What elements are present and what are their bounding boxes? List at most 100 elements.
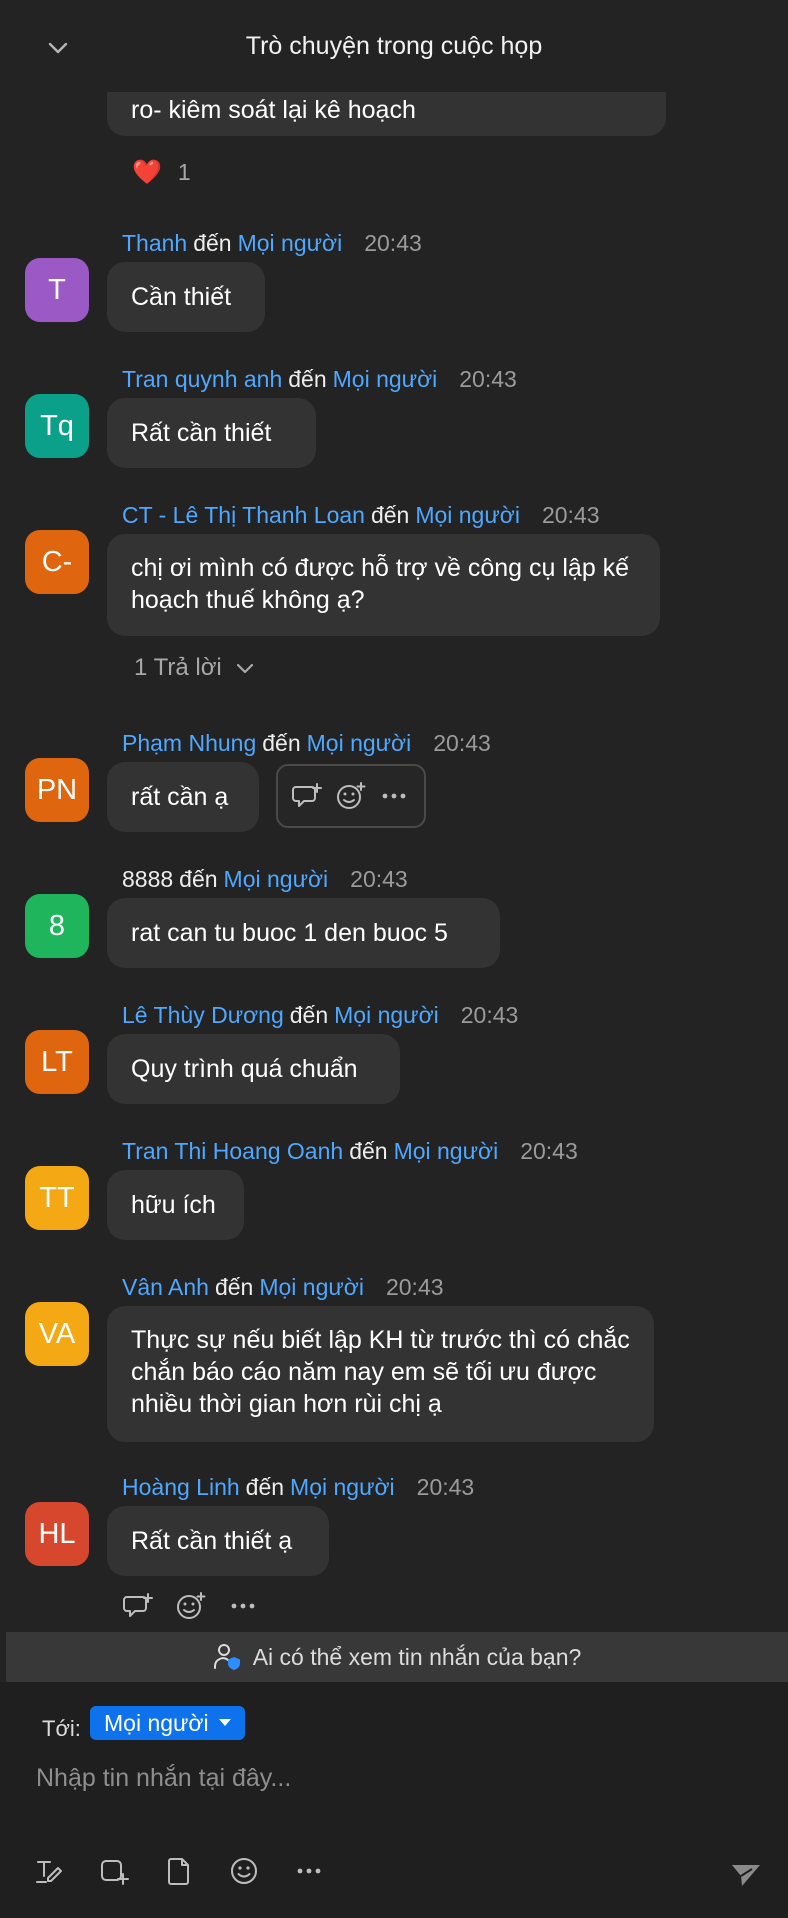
more-composer-options-button[interactable] bbox=[292, 1854, 326, 1888]
message-text: Rất cần thiết bbox=[131, 419, 272, 447]
screenshot-icon bbox=[101, 1860, 129, 1885]
recipient-name[interactable]: Mọi người bbox=[415, 502, 520, 528]
avatar[interactable]: HL bbox=[25, 1502, 89, 1566]
file-upload-button[interactable] bbox=[162, 1854, 196, 1888]
avatar-initials: 8 bbox=[48, 909, 66, 942]
message-bubble[interactable]: Quy trình quá chuẩn bbox=[107, 1034, 400, 1104]
sender-name[interactable]: 8888 bbox=[122, 866, 173, 892]
message-hover-actions bbox=[276, 764, 426, 828]
message-composer: Tới: Mọi người bbox=[0, 1682, 788, 1918]
add-reaction-button[interactable] bbox=[334, 779, 368, 813]
avatar-initials: T bbox=[48, 273, 66, 306]
more-options-button[interactable] bbox=[226, 1589, 260, 1623]
message-bubble[interactable]: Thực sự nếu biết lập KH từ trước thì có … bbox=[107, 1306, 654, 1442]
sender-name[interactable]: Tran quynh anh bbox=[122, 366, 282, 392]
message-header: Lê Thùy Dương đến Mọi người 20:43 bbox=[122, 1000, 518, 1030]
file-icon bbox=[168, 1858, 189, 1885]
avatar[interactable]: TT bbox=[25, 1166, 89, 1230]
reaction-pill[interactable]: ❤️ 1 bbox=[132, 156, 191, 188]
message-time: 20:43 bbox=[416, 1474, 475, 1500]
avatar[interactable]: LT bbox=[25, 1030, 89, 1094]
message-header: Tran quynh anh đến Mọi người 20:43 bbox=[122, 364, 517, 394]
message-text: Rất cần thiết ạ bbox=[131, 1527, 293, 1555]
to-label: Tới: bbox=[42, 1716, 81, 1741]
message-bubble[interactable]: rat can tu buoc 1 den buoc 5 bbox=[107, 898, 500, 968]
avatar[interactable]: Tq bbox=[25, 394, 89, 458]
caret-down-icon bbox=[218, 1719, 231, 1726]
message-input[interactable] bbox=[34, 1754, 758, 1802]
avatar[interactable]: PN bbox=[25, 758, 89, 822]
recipient-name[interactable]: Mọi người bbox=[334, 1002, 439, 1028]
avatar-initials: TT bbox=[39, 1181, 75, 1214]
user-shield-icon bbox=[213, 1644, 240, 1670]
message-text: chị ơi mình có được hỗ trợ về công cụ lậ… bbox=[131, 554, 630, 614]
message-privacy-button[interactable]: Ai có thể xem tin nhắn của bạn? bbox=[6, 1632, 788, 1682]
avatar[interactable]: C- bbox=[25, 530, 89, 594]
sender-name[interactable]: CT - Lê Thị Thanh Loan bbox=[122, 502, 365, 528]
message-header: 8888 đến Mọi người 20:43 bbox=[122, 864, 408, 894]
to-word: đến bbox=[288, 366, 327, 392]
recipient-dropdown[interactable]: Mọi người bbox=[90, 1706, 245, 1740]
ellipsis-icon bbox=[231, 1603, 255, 1609]
message-header: Thanh đến Mọi người 20:43 bbox=[122, 228, 422, 258]
message-header: Hoàng Linh đến Mọi người 20:43 bbox=[122, 1472, 474, 1502]
message-header: Vân Anh đến Mọi người 20:43 bbox=[122, 1272, 444, 1302]
send-icon bbox=[732, 1865, 760, 1886]
message-bubble[interactable]: Cần thiết bbox=[107, 262, 265, 332]
avatar[interactable]: VA bbox=[25, 1302, 89, 1366]
sender-name[interactable]: Phạm Nhung bbox=[122, 730, 256, 756]
to-word: đến bbox=[245, 1474, 285, 1500]
recipient-name[interactable]: Mọi người bbox=[307, 730, 412, 756]
message-list[interactable]: ro- kiêm soát lại kê hoạch ❤️ 1 Thanh đến… bbox=[0, 92, 788, 1632]
chevron-down-icon bbox=[236, 663, 253, 673]
more-options-button[interactable] bbox=[377, 779, 411, 813]
message-bubble[interactable]: Rất cần thiết ạ bbox=[107, 1506, 329, 1576]
recipient-name[interactable]: Mọi người bbox=[394, 1138, 499, 1164]
add-reaction-button[interactable] bbox=[174, 1589, 208, 1623]
privacy-text: Ai có thể xem tin nhắn của bạn? bbox=[252, 1643, 582, 1670]
recipient-name[interactable]: Mọi người bbox=[224, 866, 329, 892]
avatar[interactable]: T bbox=[25, 258, 89, 322]
message-time: 20:43 bbox=[350, 866, 408, 892]
message-text: Thực sự nếu biết lập KH từ trước thì có … bbox=[131, 1326, 630, 1418]
recipient-name[interactable]: Mọi người bbox=[333, 366, 438, 392]
message-text: rat can tu buoc 1 den buoc 5 bbox=[131, 919, 448, 947]
chat-title: Trò chuyện trong cuộc họp bbox=[245, 32, 543, 60]
message-text: Cần thiết bbox=[131, 283, 232, 311]
avatar-initials: VA bbox=[38, 1317, 76, 1350]
replies-toggle[interactable]: 1 Trả lời bbox=[134, 652, 254, 684]
message-time: 20:43 bbox=[541, 502, 600, 528]
ellipsis-icon bbox=[297, 1868, 321, 1874]
message-header: Tran Thi Hoang Oanh đến Mọi người 20:43 bbox=[122, 1136, 578, 1166]
message-bubble[interactable]: chị ơi mình có được hỗ trợ về công cụ lậ… bbox=[107, 534, 660, 636]
emoji-button[interactable] bbox=[227, 1854, 261, 1888]
screenshot-button[interactable] bbox=[97, 1854, 131, 1888]
reply-thread-button[interactable] bbox=[291, 779, 325, 813]
message-bubble[interactable]: rất cần ạ bbox=[107, 762, 259, 832]
avatar-initials: LT bbox=[41, 1045, 73, 1078]
recipient-name[interactable]: Mọi người bbox=[259, 1274, 364, 1300]
message-header: CT - Lê Thị Thanh Loan đến Mọi người 20:43 bbox=[122, 500, 600, 530]
add-reaction-icon bbox=[336, 782, 366, 809]
chat-header: Trò chuyện trong cuộc họp bbox=[0, 0, 788, 92]
sender-name[interactable]: Tran Thi Hoang Oanh bbox=[122, 1138, 343, 1164]
message-bubble[interactable]: hữu ích bbox=[107, 1170, 244, 1240]
format-text-button[interactable] bbox=[32, 1854, 66, 1888]
to-word: đến bbox=[349, 1138, 388, 1164]
avatar-initials: PN bbox=[36, 773, 78, 806]
recipient-name[interactable]: Mọi người bbox=[290, 1474, 395, 1500]
to-word: đến bbox=[289, 1002, 329, 1028]
message-time: 20:43 bbox=[460, 1002, 519, 1028]
sender-name[interactable]: Vân Anh bbox=[122, 1274, 209, 1300]
avatar[interactable]: 8 bbox=[25, 894, 89, 958]
sender-name[interactable]: Hoàng Linh bbox=[122, 1474, 240, 1500]
sender-name[interactable]: Lê Thùy Dương bbox=[122, 1002, 284, 1028]
message-bubble[interactable]: Rất cần thiết bbox=[107, 398, 316, 468]
recipient-name[interactable]: Mọi người bbox=[238, 230, 343, 256]
sender-name[interactable]: Thanh bbox=[122, 230, 187, 256]
smiley-icon bbox=[231, 1858, 257, 1884]
reply-thread-icon bbox=[291, 783, 322, 807]
send-button[interactable] bbox=[724, 1858, 768, 1894]
message-bubble[interactable]: ro- kiêm soát lại kê hoạch bbox=[107, 92, 666, 136]
reply-thread-button[interactable] bbox=[122, 1589, 156, 1623]
